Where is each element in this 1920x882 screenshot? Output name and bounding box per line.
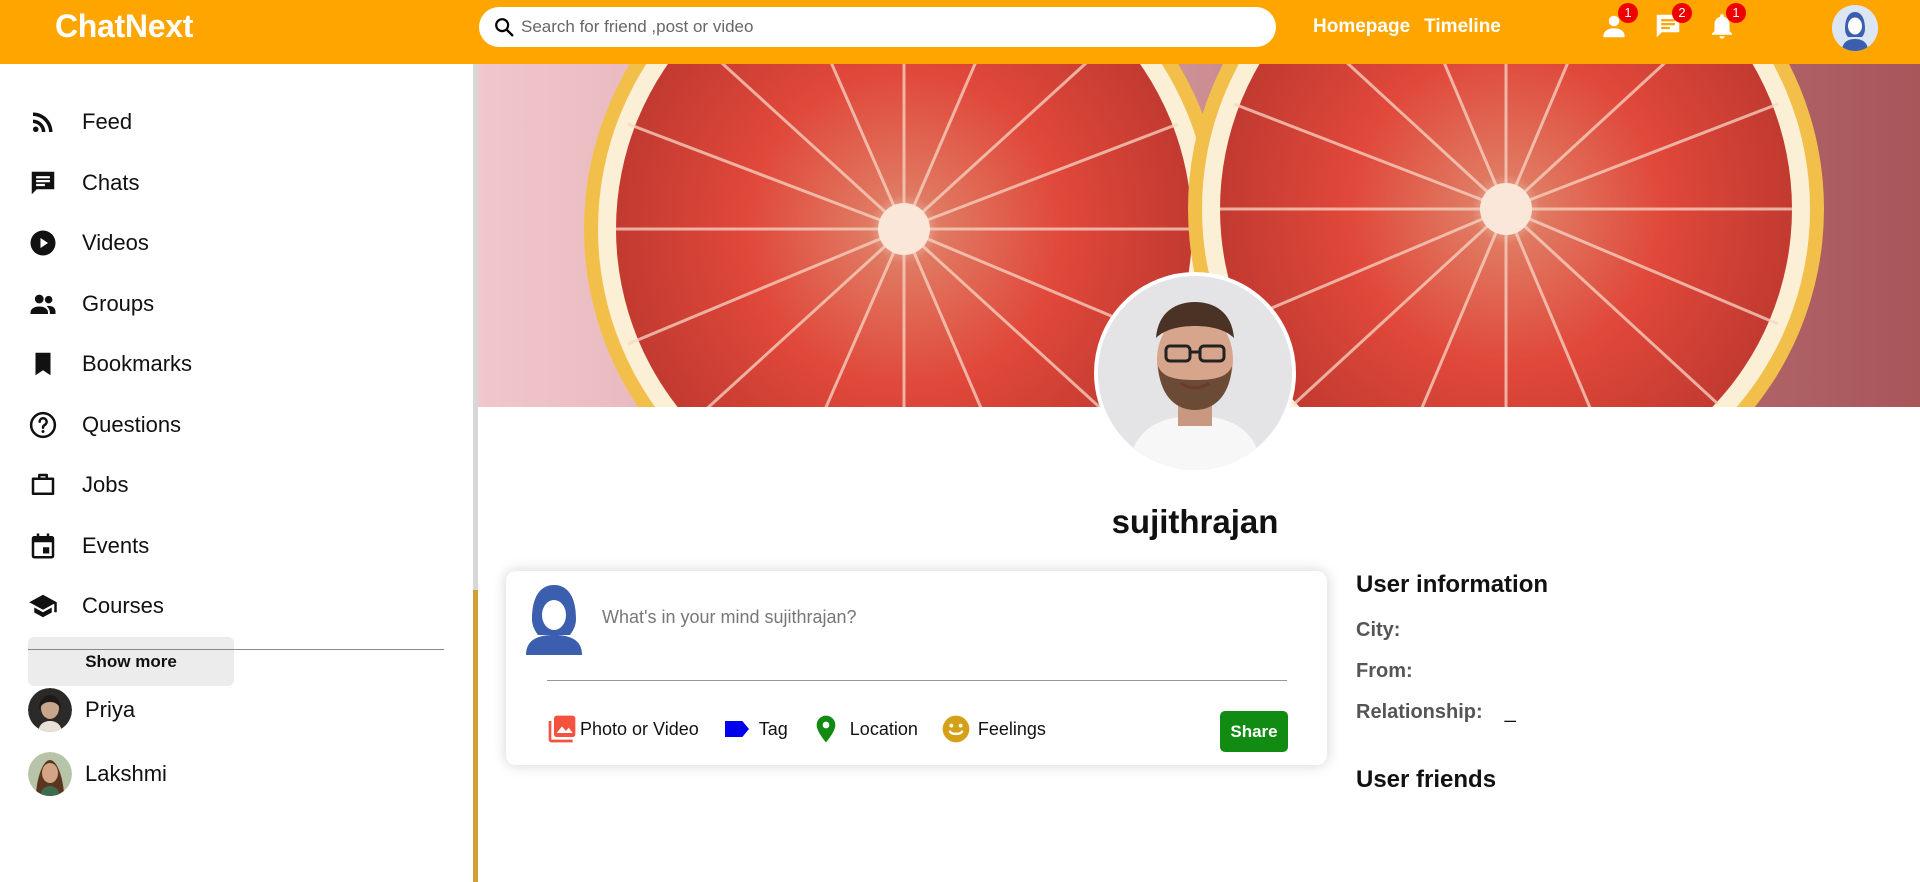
search-input[interactable]: [521, 17, 1241, 37]
sidebar-item-label: Bookmarks: [82, 351, 193, 377]
info-city: City:: [1356, 619, 1548, 642]
option-label: Tag: [758, 718, 788, 739]
option-label: Location: [849, 718, 918, 739]
sidebar-item-jobs[interactable]: Jobs: [28, 455, 192, 516]
page: ChatNext Homepage Timeline 1 2 1: [0, 0, 1920, 882]
share-options: Photo or Video Tag Location Feelings: [546, 713, 1068, 745]
tag-option[interactable]: Tag: [721, 713, 788, 745]
notifications-badge: 1: [1726, 3, 1746, 23]
app-logo[interactable]: ChatNext: [55, 8, 193, 45]
sidebar-item-label: Jobs: [82, 472, 129, 498]
option-label: Photo or Video: [580, 718, 699, 739]
calendar-icon: [31, 533, 55, 559]
info-relationship: Relationship: _: [1356, 701, 1548, 724]
sidebar-item-events[interactable]: Events: [28, 516, 192, 577]
group-icon: [30, 294, 56, 314]
profile-username: sujithrajan: [1111, 503, 1279, 540]
bookmark-icon: [35, 353, 51, 376]
sidebar-item-label: Courses: [82, 593, 164, 619]
share-button[interactable]: Share: [1220, 711, 1288, 752]
city-label: City:: [1356, 619, 1401, 641]
location-pin-icon: [816, 715, 836, 743]
topbar: ChatNext Homepage Timeline 1 2 1: [0, 0, 1920, 64]
sidebar-item-label: Feed: [82, 109, 133, 135]
location-option[interactable]: Location: [810, 713, 918, 745]
relationship-label: Relationship:: [1356, 701, 1483, 723]
sidebar-item-questions[interactable]: Questions: [28, 395, 192, 456]
user-information: User information City: From: Relationshi…: [1356, 571, 1548, 724]
user-information-title: User information: [1356, 571, 1549, 598]
sidebar-item-label: Chats: [82, 169, 140, 195]
sidebar-item-bookmarks[interactable]: Bookmarks: [28, 334, 192, 395]
sidebar-menu: Feed Chats Videos Groups Bookmarks Quest…: [28, 92, 192, 637]
friend-item-lakshmi[interactable]: Lakshmi: [28, 742, 167, 806]
relationship-value: _: [1504, 701, 1516, 723]
emoji-icon: [942, 715, 970, 743]
sidebar-item-chats[interactable]: Chats: [28, 153, 192, 214]
friend-item-priya[interactable]: Priya: [28, 678, 167, 742]
help-circle-icon: [29, 411, 57, 438]
timeline-link[interactable]: Timeline: [1424, 16, 1501, 38]
sidebar-item-courses[interactable]: Courses: [28, 576, 192, 637]
photo-video-option[interactable]: Photo or Video: [546, 713, 699, 745]
friend-avatar: [28, 688, 72, 732]
user-avatar[interactable]: [1832, 5, 1878, 51]
sidebar-item-label: Events: [82, 532, 150, 558]
sidebar-item-label: Videos: [82, 230, 149, 256]
sidebar-item-label: Groups: [82, 290, 155, 316]
sidebar-item-groups[interactable]: Groups: [28, 274, 192, 335]
user-avatar-icon: [526, 585, 582, 655]
friend-requests-button[interactable]: 1: [1598, 3, 1638, 42]
homepage-link[interactable]: Homepage: [1313, 16, 1410, 38]
messages-badge: 2: [1672, 3, 1692, 23]
messages-button[interactable]: 2: [1652, 3, 1692, 42]
friend-list: Priya Lakshmi: [28, 678, 167, 806]
school-icon: [29, 595, 57, 618]
top-nav-links: Homepage Timeline: [1313, 16, 1501, 38]
search-icon: [495, 18, 514, 37]
sidebar-item-videos[interactable]: Videos: [28, 213, 192, 274]
photo-icon: [548, 715, 576, 743]
notifications-button[interactable]: 1: [1706, 3, 1746, 42]
from-label: From:: [1356, 660, 1413, 682]
friend-avatar: [28, 752, 72, 796]
option-label: Feelings: [977, 718, 1046, 739]
top-icons: 1 2 1: [1598, 3, 1746, 42]
post-input[interactable]: [602, 607, 1252, 628]
sidebar-item-feed[interactable]: Feed: [28, 92, 192, 153]
sidebar-item-label: Questions: [82, 411, 182, 437]
profile-picture[interactable]: [1094, 272, 1296, 474]
rss-feed-icon: [33, 112, 53, 133]
user-friends-title: User friends: [1356, 766, 1497, 793]
play-circle-icon: [30, 230, 56, 256]
search-bar[interactable]: [479, 7, 1276, 47]
info-from: From:: [1356, 660, 1548, 683]
user-avatar-icon: [1832, 5, 1878, 51]
friend-requests-badge: 1: [1618, 3, 1638, 23]
feelings-option[interactable]: Feelings: [940, 713, 1046, 745]
share-divider: [547, 680, 1287, 681]
label-icon: [724, 721, 749, 737]
chat-icon: [31, 171, 55, 194]
friend-name: Priya: [85, 697, 136, 722]
share-box: Photo or Video Tag Location Feelings Sha…: [506, 571, 1327, 765]
friend-name: Lakshmi: [85, 761, 167, 786]
briefcase-icon: [31, 474, 55, 496]
sidebar-scrollbar-thumb[interactable]: [473, 590, 478, 882]
sidebar-divider: [28, 649, 444, 650]
